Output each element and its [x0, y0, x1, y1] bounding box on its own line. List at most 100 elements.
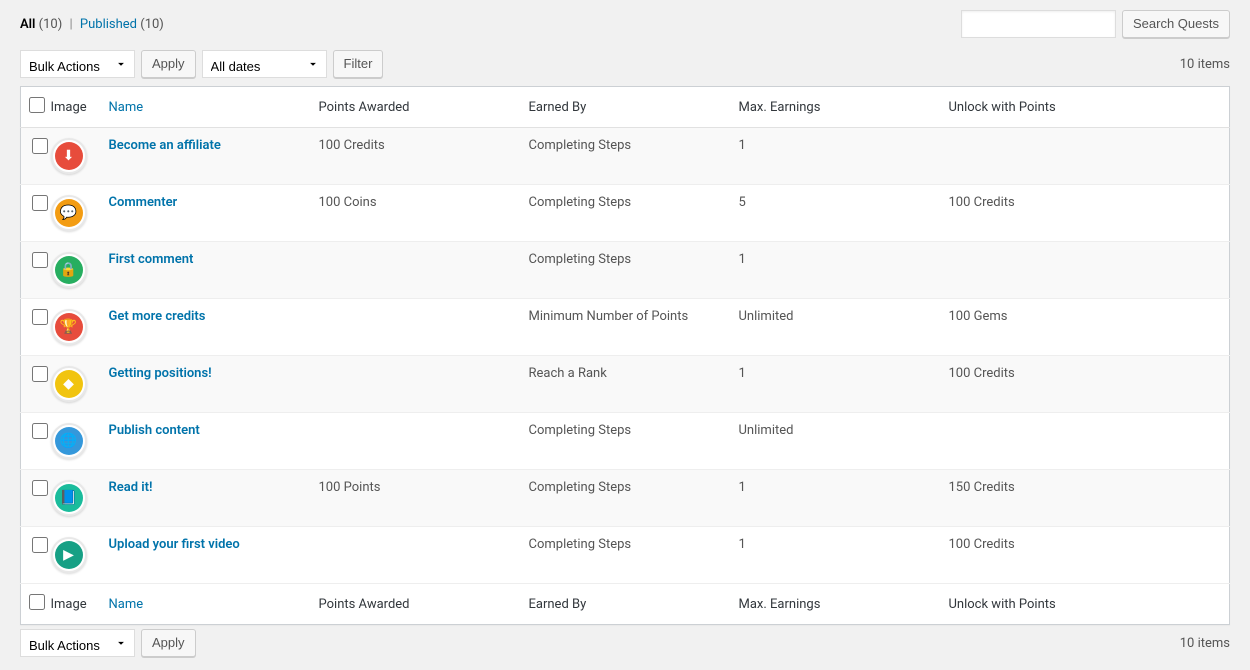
quest-title-link[interactable]: Upload your first video: [109, 537, 240, 552]
max-earnings-cell: Unlimited: [729, 413, 939, 470]
quest-title-link[interactable]: First comment: [109, 252, 194, 267]
unlock-points-cell: [939, 128, 1230, 185]
quest-title-link[interactable]: Getting positions!: [109, 366, 212, 381]
select-all-bottom[interactable]: [29, 594, 45, 610]
row-checkbox[interactable]: [32, 252, 48, 268]
quest-title-link[interactable]: Publish content: [109, 423, 200, 438]
apply-button[interactable]: Apply: [141, 50, 196, 78]
max-earnings-cell: 1: [729, 470, 939, 527]
col-points-footer: Points Awarded: [309, 584, 519, 625]
badge-inner: ⬇: [55, 142, 83, 170]
table-row: 💬 Commenter 100 Coins Completing Steps 5…: [21, 185, 1230, 242]
col-max-header: Max. Earnings: [729, 87, 939, 128]
points-awarded-cell: [309, 242, 519, 299]
badge-inner: 🔒: [55, 256, 83, 284]
row-checkbox[interactable]: [32, 423, 48, 439]
badge-inner: 💬: [55, 199, 83, 227]
top-actions: Bulk Actions Apply All dates Filter: [20, 50, 383, 78]
quest-badge-icon: 🌐: [51, 423, 87, 459]
filter-all-label: All: [20, 17, 35, 32]
row-checkbox[interactable]: [32, 195, 48, 211]
filter-published[interactable]: Published (10): [80, 17, 164, 32]
earned-by-cell: Reach a Rank: [519, 356, 729, 413]
col-name-footer[interactable]: Name: [109, 597, 144, 612]
search-box: Search Quests: [961, 10, 1230, 38]
search-input[interactable]: [961, 10, 1116, 38]
col-image-header: Image: [51, 87, 99, 128]
filter-all-count: (10): [39, 17, 63, 32]
badge-inner: 📘: [55, 484, 83, 512]
quest-badge-icon: 🏆: [51, 309, 87, 345]
badge-inner: 🌐: [55, 427, 83, 455]
unlock-points-cell: 100 Credits: [939, 185, 1230, 242]
quests-table: Image Name Points Awarded Earned By Max.…: [20, 86, 1230, 625]
bulk-actions-select-bottom[interactable]: Bulk Actions: [20, 629, 135, 657]
bulk-actions-select[interactable]: Bulk Actions: [20, 50, 135, 78]
filter-button[interactable]: Filter: [333, 50, 384, 78]
earned-by-cell: Completing Steps: [519, 527, 729, 584]
table-row: 📘 Read it! 100 Points Completing Steps 1…: [21, 470, 1230, 527]
unlock-points-cell: 150 Credits: [939, 470, 1230, 527]
date-filter-select[interactable]: All dates: [202, 50, 327, 78]
quest-badge-icon: 🔒: [51, 252, 87, 288]
quest-badge-icon: 💬: [51, 195, 87, 231]
points-awarded-cell: [309, 356, 519, 413]
quest-badge-icon: ▶: [51, 537, 87, 573]
search-button[interactable]: Search Quests: [1122, 10, 1230, 38]
quest-title-link[interactable]: Commenter: [109, 195, 178, 210]
row-checkbox[interactable]: [32, 309, 48, 325]
filter-published-label: Published: [80, 17, 137, 32]
apply-button-bottom[interactable]: Apply: [141, 629, 196, 657]
quest-badge-icon: ⬇: [51, 138, 87, 174]
table-row: ◆ Getting positions! Reach a Rank 1 100 …: [21, 356, 1230, 413]
badge-inner: 🏆: [55, 313, 83, 341]
unlock-points-cell: 100 Credits: [939, 527, 1230, 584]
table-row: 🌐 Publish content Completing Steps Unlim…: [21, 413, 1230, 470]
row-checkbox[interactable]: [32, 366, 48, 382]
table-row: ▶ Upload your first video Completing Ste…: [21, 527, 1230, 584]
points-awarded-cell: 100 Credits: [309, 128, 519, 185]
points-awarded-cell: 100 Coins: [309, 185, 519, 242]
table-row: 🔒 First comment Completing Steps 1: [21, 242, 1230, 299]
quest-badge-icon: ◆: [51, 366, 87, 402]
items-count-bottom: 10 items: [1180, 636, 1230, 651]
col-image-footer: Image: [51, 584, 99, 625]
filter-separator: |: [70, 17, 73, 32]
unlock-points-cell: [939, 413, 1230, 470]
unlock-points-cell: [939, 242, 1230, 299]
earned-by-cell: Completing Steps: [519, 413, 729, 470]
badge-inner: ▶: [55, 541, 83, 569]
table-row: ⬇ Become an affiliate 100 Credits Comple…: [21, 128, 1230, 185]
col-unlock-footer: Unlock with Points: [939, 584, 1230, 625]
bottom-actions: Bulk Actions Apply: [20, 629, 196, 657]
row-checkbox[interactable]: [32, 537, 48, 553]
table-row: 🏆 Get more credits Minimum Number of Poi…: [21, 299, 1230, 356]
row-checkbox[interactable]: [32, 480, 48, 496]
filter-all[interactable]: All (10): [20, 17, 66, 32]
earned-by-cell: Completing Steps: [519, 128, 729, 185]
quest-badge-icon: 📘: [51, 480, 87, 516]
earned-by-cell: Completing Steps: [519, 470, 729, 527]
items-count-top: 10 items: [1180, 57, 1230, 72]
filter-published-count: (10): [140, 17, 164, 32]
col-max-footer: Max. Earnings: [729, 584, 939, 625]
col-unlock-header: Unlock with Points: [939, 87, 1230, 128]
view-filters: All (10) | Published (10): [20, 17, 164, 32]
quest-title-link[interactable]: Become an affiliate: [109, 138, 221, 153]
points-awarded-cell: [309, 299, 519, 356]
quest-title-link[interactable]: Read it!: [109, 480, 153, 495]
select-all-top[interactable]: [29, 97, 45, 113]
max-earnings-cell: 5: [729, 185, 939, 242]
earned-by-cell: Minimum Number of Points: [519, 299, 729, 356]
points-awarded-cell: [309, 413, 519, 470]
unlock-points-cell: 100 Credits: [939, 356, 1230, 413]
col-earned-footer: Earned By: [519, 584, 729, 625]
col-name-header[interactable]: Name: [109, 100, 144, 115]
earned-by-cell: Completing Steps: [519, 185, 729, 242]
max-earnings-cell: Unlimited: [729, 299, 939, 356]
col-earned-header: Earned By: [519, 87, 729, 128]
quest-title-link[interactable]: Get more credits: [109, 309, 206, 324]
earned-by-cell: Completing Steps: [519, 242, 729, 299]
col-points-header: Points Awarded: [309, 87, 519, 128]
row-checkbox[interactable]: [32, 138, 48, 154]
